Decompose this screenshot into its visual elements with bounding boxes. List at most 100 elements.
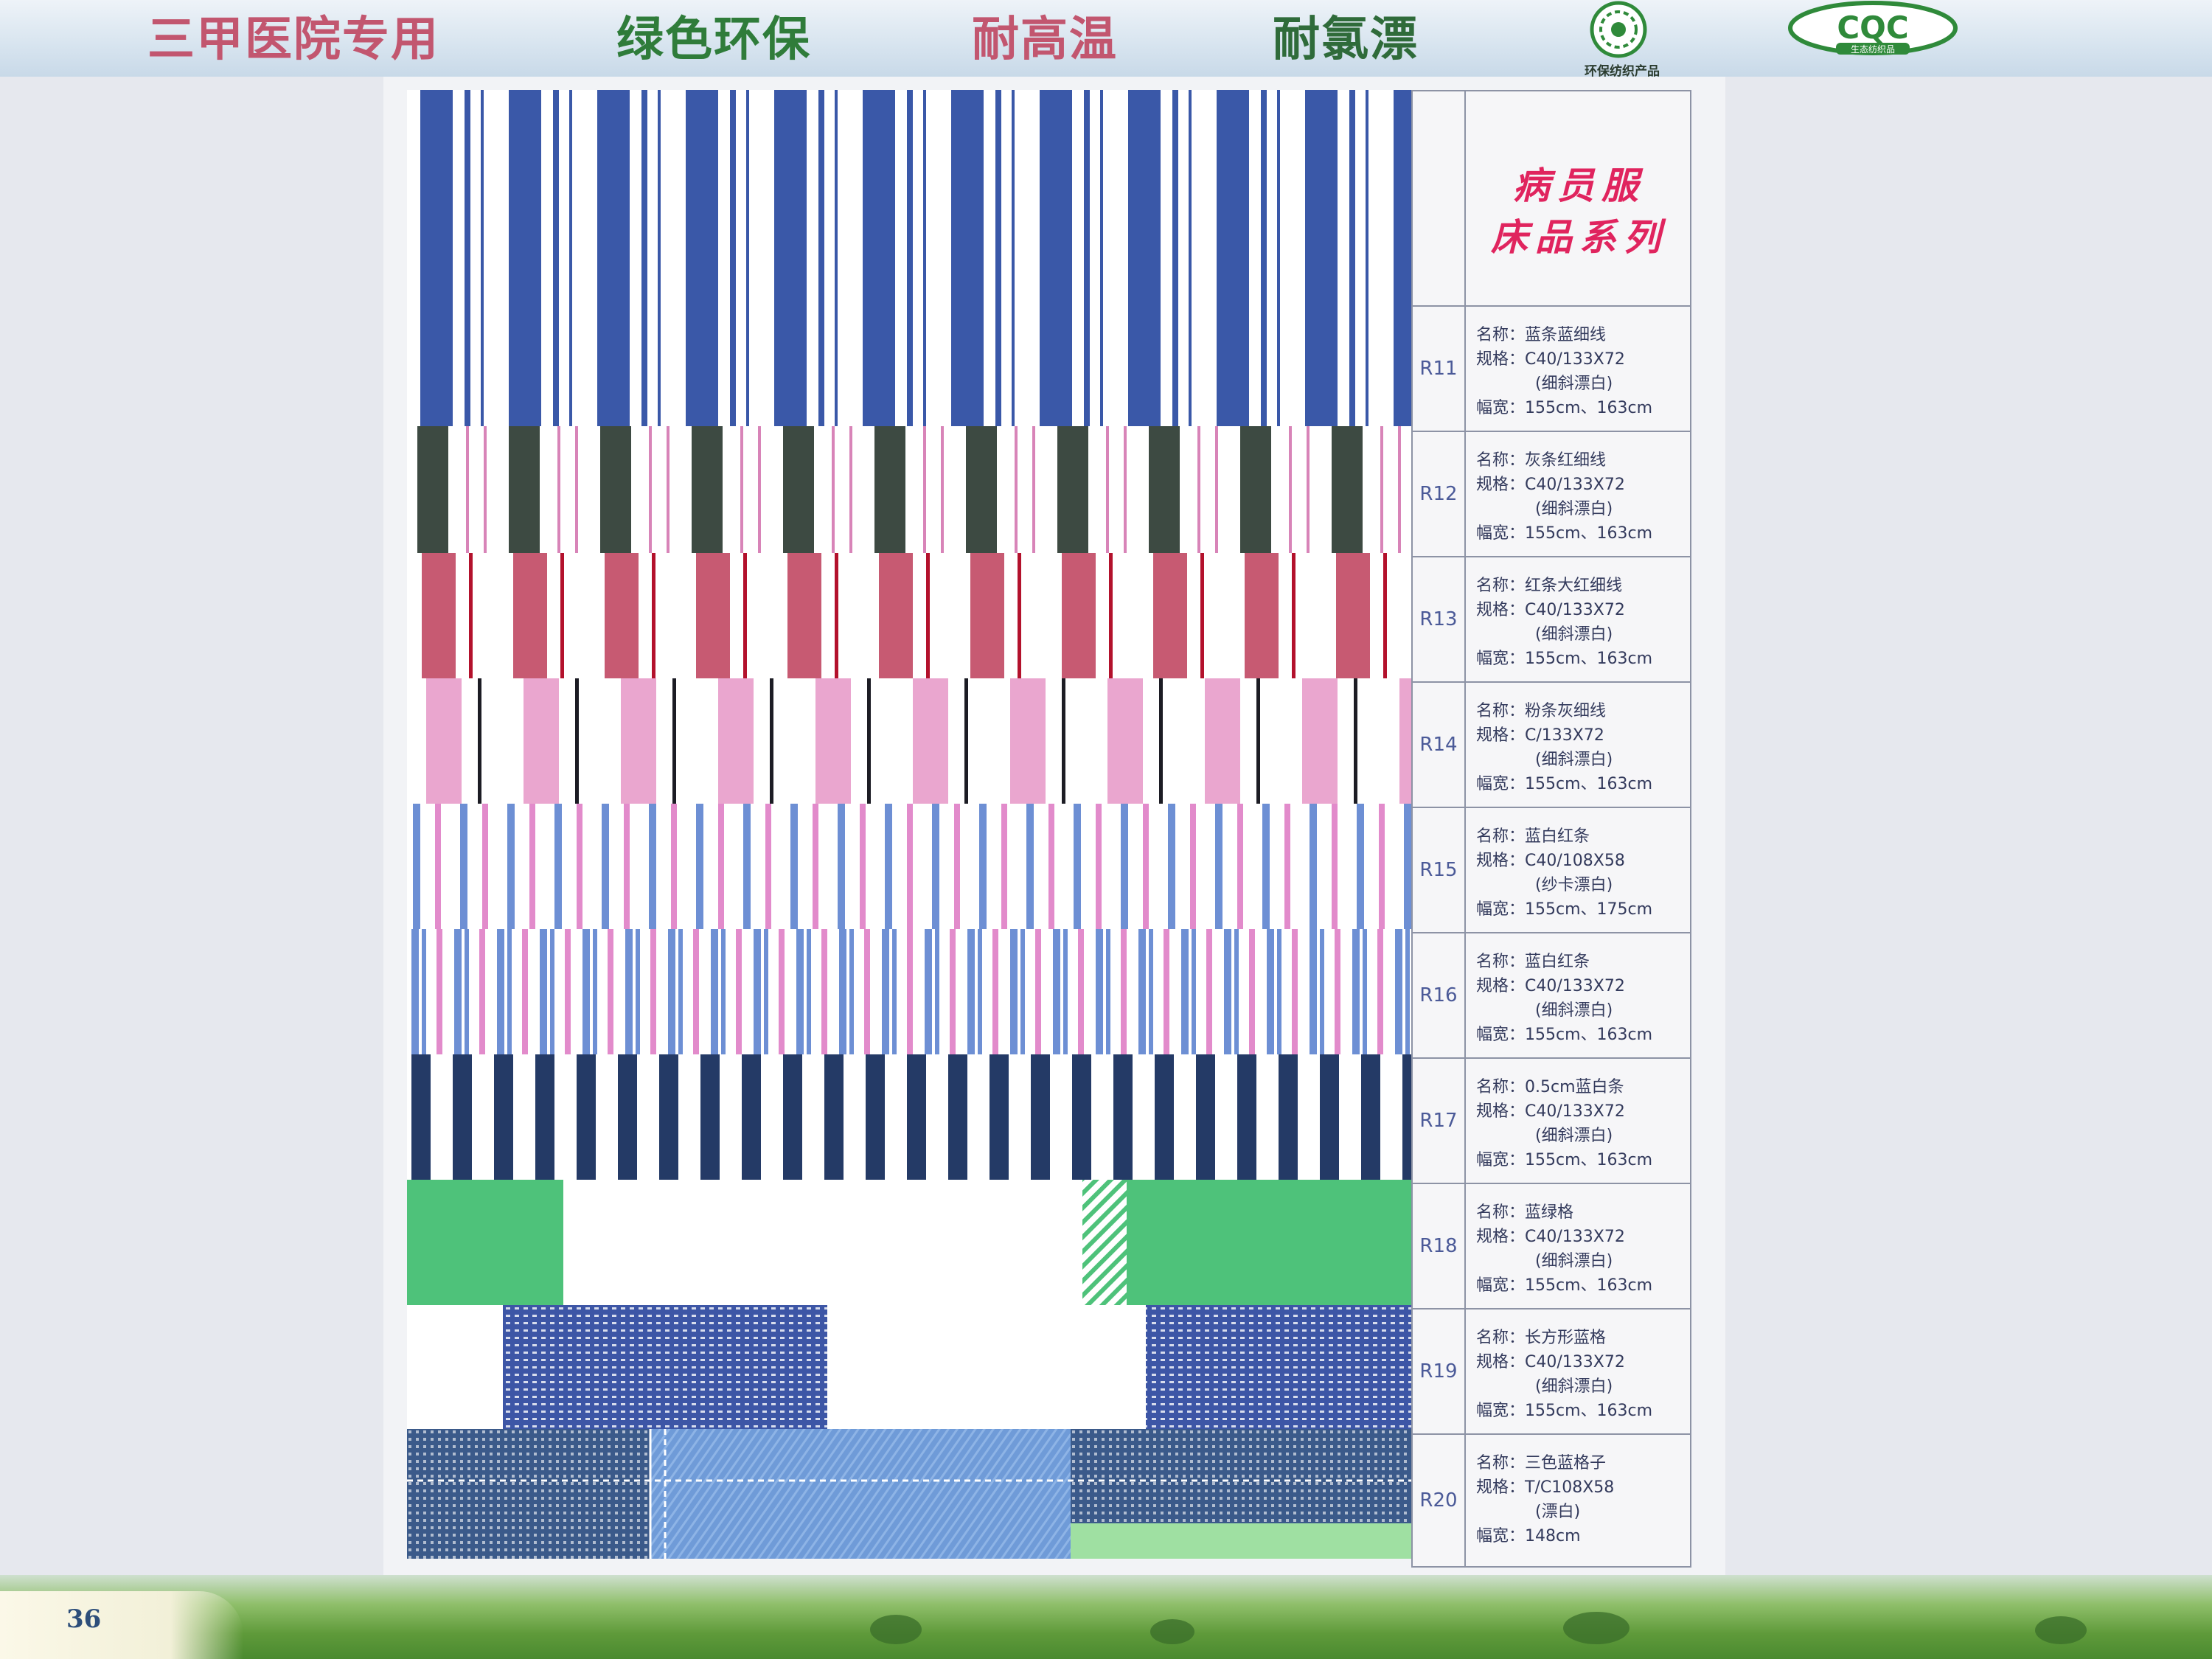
tree-decoration bbox=[870, 1615, 922, 1644]
name-label: 名称： bbox=[1476, 827, 1526, 846]
fabric-note: (细斜漂白) bbox=[1535, 500, 1613, 518]
slogan-eco: 绿色环保 bbox=[616, 13, 811, 67]
spec-label: 规格： bbox=[1476, 852, 1526, 870]
spec-code: R19 bbox=[1413, 1310, 1466, 1433]
spec-info: 名称：粉条灰细线 规格：C/133X72 (细斜漂白) 幅宽：155cm、163… bbox=[1476, 699, 1690, 796]
width-label: 幅宽： bbox=[1476, 524, 1526, 543]
width-label: 幅宽： bbox=[1476, 1276, 1526, 1295]
swatch-r15 bbox=[407, 804, 1411, 929]
name-label: 名称： bbox=[1476, 1203, 1526, 1222]
fabric-name: 蓝白红条 bbox=[1525, 953, 1590, 971]
swatch-r11 bbox=[407, 90, 1411, 428]
name-label: 名称： bbox=[1476, 702, 1526, 720]
spec-label: 规格： bbox=[1476, 601, 1526, 619]
spec-row-r17: R17 名称：0.5cm蓝白条 规格：C40/133X72 (细斜漂白) 幅宽：… bbox=[1413, 1057, 1690, 1183]
header-banner: 三甲医院专用 绿色环保 耐高温 耐氯漂 环保纺织产品 CQC 生态纺织品 bbox=[0, 0, 2212, 79]
swatch-r16 bbox=[407, 929, 1411, 1054]
fabric-name: 蓝条蓝细线 bbox=[1525, 326, 1607, 344]
swatch-r20 bbox=[407, 1429, 1411, 1559]
spec-label: 规格： bbox=[1476, 476, 1526, 494]
swatch-r19 bbox=[407, 1305, 1411, 1429]
spec-row-r13: R13 名称：红条大红细线 规格：C40/133X72 (细斜漂白) 幅宽：15… bbox=[1413, 556, 1690, 681]
fabric-spec: T/C108X58 bbox=[1525, 1478, 1615, 1497]
spec-info: 名称：三色蓝格子 规格：T/C108X58 (漂白) 幅宽：148cm bbox=[1476, 1451, 1690, 1548]
fabric-spec: C40/133X72 bbox=[1525, 977, 1625, 995]
catalog-title-line1: 病员服 bbox=[1513, 164, 1646, 207]
spec-label: 规格： bbox=[1476, 350, 1526, 369]
page-number-box bbox=[0, 1591, 243, 1659]
spec-row-r11: R11 名称：蓝条蓝细线 规格：C40/133X72 (细斜漂白) 幅宽：155… bbox=[1413, 305, 1690, 431]
cqc-logo-icon: CQC 生态纺织品 bbox=[1788, 1, 1958, 55]
spec-info: 名称：红条大红细线 规格：C40/133X72 (细斜漂白) 幅宽：155cm、… bbox=[1476, 574, 1690, 671]
spec-code: R11 bbox=[1413, 307, 1466, 431]
fabric-spec: C40/108X58 bbox=[1525, 852, 1625, 870]
swatch-r12 bbox=[407, 426, 1411, 553]
spec-row-r15: R15 名称：蓝白红条 规格：C40/108X58 (纱卡漂白) 幅宽：155c… bbox=[1413, 807, 1690, 932]
fabric-width: 155cm、175cm bbox=[1525, 900, 1653, 919]
fabric-note: (细斜漂白) bbox=[1535, 1127, 1613, 1145]
spec-code: R14 bbox=[1413, 683, 1466, 807]
name-label: 名称： bbox=[1476, 326, 1526, 344]
spec-info: 名称：蓝绿格 规格：C40/133X72 (细斜漂白) 幅宽：155cm、163… bbox=[1476, 1200, 1690, 1298]
cqc-logo-text: CQC bbox=[1837, 10, 1908, 46]
fabric-note: (细斜漂白) bbox=[1535, 625, 1613, 644]
swatch-r13 bbox=[407, 553, 1411, 678]
fabric-name: 蓝白红条 bbox=[1525, 827, 1590, 846]
fabric-note: (纱卡漂白) bbox=[1535, 876, 1613, 894]
spec-info: 名称：0.5cm蓝白条 规格：C40/133X72 (细斜漂白) 幅宽：155c… bbox=[1476, 1075, 1690, 1172]
spec-label: 规格： bbox=[1476, 1478, 1526, 1497]
swatch-r14 bbox=[407, 678, 1411, 804]
width-label: 幅宽： bbox=[1476, 650, 1526, 668]
spec-code: R17 bbox=[1413, 1059, 1466, 1183]
name-label: 名称： bbox=[1476, 953, 1526, 971]
fabric-width: 155cm、163cm bbox=[1525, 1151, 1653, 1169]
spec-code: R20 bbox=[1413, 1435, 1466, 1566]
spec-row-r16: R16 名称：蓝白红条 规格：C40/133X72 (细斜漂白) 幅宽：155c… bbox=[1413, 932, 1690, 1057]
catalog-title-line2: 床品系列 bbox=[1491, 215, 1668, 259]
page-number: 36 bbox=[66, 1604, 102, 1634]
name-label: 名称： bbox=[1476, 1329, 1526, 1347]
slogan-bleach: 耐氯漂 bbox=[1273, 13, 1419, 67]
fabric-name: 0.5cm蓝白条 bbox=[1525, 1078, 1624, 1096]
name-label: 名称： bbox=[1476, 1454, 1526, 1472]
fabric-note: (细斜漂白) bbox=[1535, 1252, 1613, 1270]
spec-table: 病员服 床品系列 R11 名称：蓝条蓝细线 规格：C40/133X72 (细斜漂… bbox=[1411, 90, 1691, 1568]
width-label: 幅宽： bbox=[1476, 1026, 1526, 1044]
fabric-width: 155cm、163cm bbox=[1525, 399, 1653, 417]
width-label: 幅宽： bbox=[1476, 1151, 1526, 1169]
spec-code: R12 bbox=[1413, 432, 1466, 556]
fabric-name: 蓝绿格 bbox=[1525, 1203, 1574, 1222]
tree-decoration bbox=[2035, 1616, 2087, 1644]
fabric-width: 155cm、163cm bbox=[1525, 775, 1653, 793]
fabric-spec: C40/133X72 bbox=[1525, 476, 1625, 494]
spec-row-r20: R20 名称：三色蓝格子 规格：T/C108X58 (漂白) 幅宽：148cm bbox=[1413, 1433, 1690, 1566]
fabric-width: 155cm、163cm bbox=[1525, 650, 1653, 668]
fabric-note: (细斜漂白) bbox=[1535, 1001, 1613, 1020]
fabric-width: 155cm、163cm bbox=[1525, 1402, 1653, 1420]
fabric-name: 红条大红细线 bbox=[1525, 577, 1623, 595]
fabric-width: 148cm bbox=[1525, 1527, 1581, 1545]
tree-decoration bbox=[1563, 1612, 1630, 1644]
width-label: 幅宽： bbox=[1476, 1527, 1526, 1545]
fabric-spec: C40/133X72 bbox=[1525, 1353, 1625, 1371]
fabric-name: 粉条灰细线 bbox=[1525, 702, 1607, 720]
spec-code: R16 bbox=[1413, 933, 1466, 1057]
title-code-cell bbox=[1413, 91, 1466, 305]
fabric-note: (漂白) bbox=[1535, 1503, 1581, 1521]
slogan-heat: 耐高温 bbox=[972, 13, 1118, 67]
spec-info: 名称：蓝白红条 规格：C40/133X72 (细斜漂白) 幅宽：155cm、16… bbox=[1476, 950, 1690, 1047]
name-label: 名称： bbox=[1476, 1078, 1526, 1096]
spec-row-r18: R18 名称：蓝绿格 规格：C40/133X72 (细斜漂白) 幅宽：155cm… bbox=[1413, 1183, 1690, 1308]
name-label: 名称： bbox=[1476, 577, 1526, 595]
slogan-hospital: 三甲医院专用 bbox=[147, 13, 439, 67]
spec-info: 名称：长方形蓝格 规格：C40/133X72 (细斜漂白) 幅宽：155cm、1… bbox=[1476, 1326, 1690, 1423]
spec-label: 规格： bbox=[1476, 1228, 1526, 1246]
width-label: 幅宽： bbox=[1476, 775, 1526, 793]
fabric-spec: C/133X72 bbox=[1525, 726, 1604, 745]
catalog-title-cell: 病员服 床品系列 bbox=[1413, 91, 1690, 305]
fabric-spec: C40/133X72 bbox=[1525, 1228, 1625, 1246]
fabric-width: 155cm、163cm bbox=[1525, 1276, 1653, 1295]
fabric-width: 155cm、163cm bbox=[1525, 1026, 1653, 1044]
fabric-note: (细斜漂白) bbox=[1535, 375, 1613, 393]
name-label: 名称： bbox=[1476, 451, 1526, 470]
